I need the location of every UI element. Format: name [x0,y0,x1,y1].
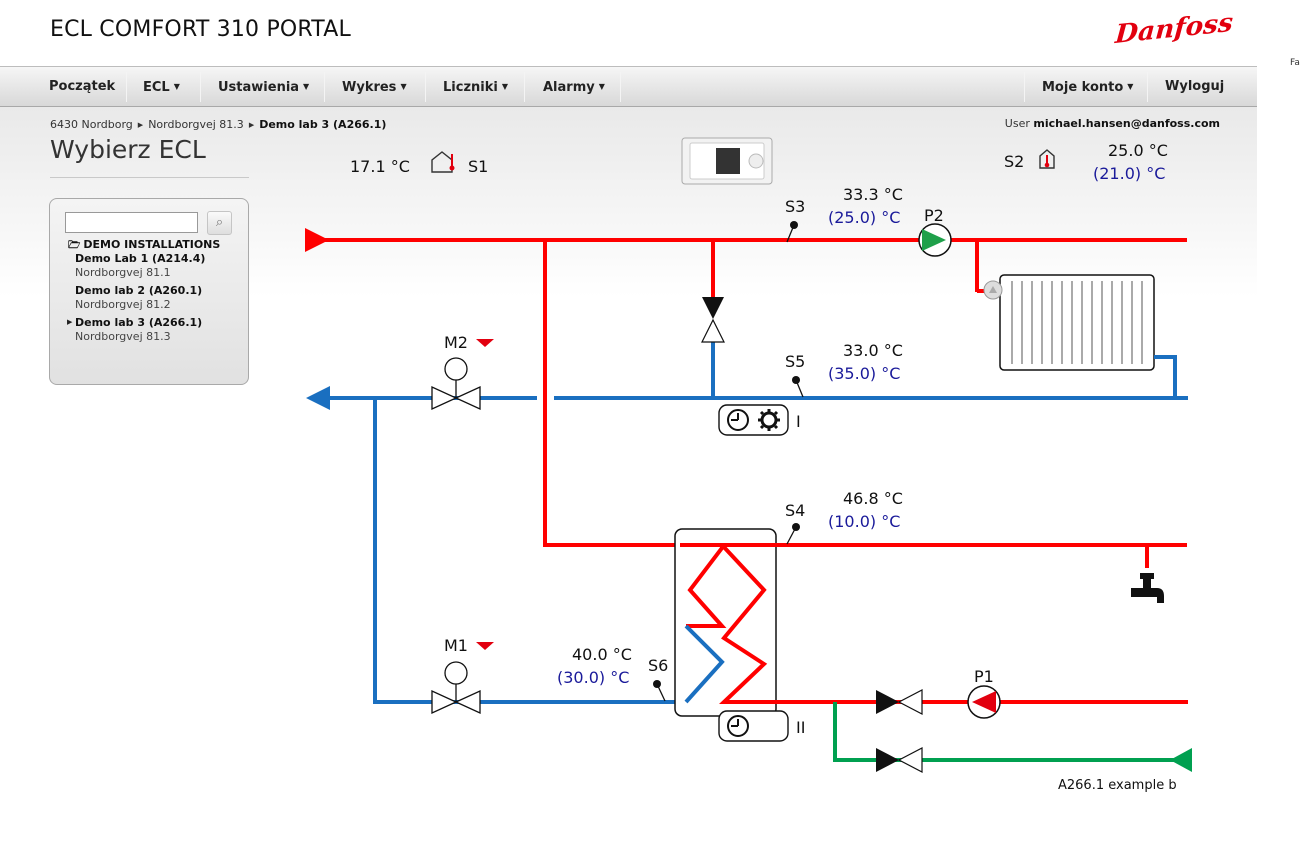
p2-label: P2 [924,206,944,225]
motorized-valve-m1[interactable] [431,661,481,715]
gear-icon [758,409,780,431]
circuit-2-mode-button[interactable] [718,710,789,742]
p1-label: P1 [974,667,994,686]
s6-label: S6 [648,656,668,675]
motorized-valve-m2[interactable] [431,357,481,411]
ecl-controller-icon[interactable] [681,137,773,185]
s2-value: 25.0 °C [1108,141,1168,160]
heat-exchanger-icon [674,528,777,717]
s4-value: 46.8 °C [843,489,903,508]
s3-setpoint[interactable]: (25.0) °C [828,208,900,227]
s1-label: S1 [468,157,488,176]
room-house-icon [1039,149,1055,169]
return-outlet-arrow [306,386,330,410]
s5-value: 33.0 °C [843,341,903,360]
m2-label: M2 [444,333,468,352]
pump-p2[interactable] [918,223,952,257]
valve-closing-indicator-icon [476,642,494,650]
s6-setpoint[interactable]: (30.0) °C [557,668,629,687]
valve-closing-indicator-icon [476,339,494,347]
outdoor-house-icon [431,151,455,173]
s6-probe-dot [653,680,661,688]
clock-icon [727,409,749,431]
radiator-icon [983,274,1155,371]
favorites-label: Fa [1290,58,1300,68]
s4-setpoint[interactable]: (10.0) °C [828,512,900,531]
s2-setpoint[interactable]: (21.0) °C [1093,164,1165,183]
s3-value: 33.3 °C [843,185,903,204]
circuit-2-label: II [796,718,805,737]
s5-probe-dot [792,376,800,384]
clock-icon [727,715,749,737]
cold-water-pipe [833,702,1175,762]
s3-probe-dot [790,221,798,229]
s1-value: 17.1 °C [350,157,410,176]
s4-label: S4 [785,501,805,520]
check-valve-icon [701,297,725,343]
s6-value: 40.0 °C [572,645,632,664]
s4-probe-dot [792,523,800,531]
check-valve-icon [876,747,923,773]
hydraulic-diagram: 17.1 °C S1 S2 25.0 °C (21.0) °C M2 P2 S3… [305,137,1192,793]
supply-inlet-arrow [305,228,329,252]
s3-label: S3 [785,197,805,216]
circuit-1-label: I [796,412,801,431]
s5-setpoint[interactable]: (35.0) °C [828,364,900,383]
radiator-return-pipe [1154,355,1177,398]
check-valve-icon [876,689,923,715]
circuit-1-mode-button[interactable] [718,404,789,436]
m1-label: M1 [444,636,468,655]
s5-label: S5 [785,352,805,371]
cold-water-inlet-arrow [1170,748,1192,772]
diagram-caption: A266.1 example b [1058,778,1177,793]
tap-faucet-icon [1131,573,1164,603]
s2-label: S2 [1004,152,1024,171]
pump-p1[interactable] [967,685,1001,719]
